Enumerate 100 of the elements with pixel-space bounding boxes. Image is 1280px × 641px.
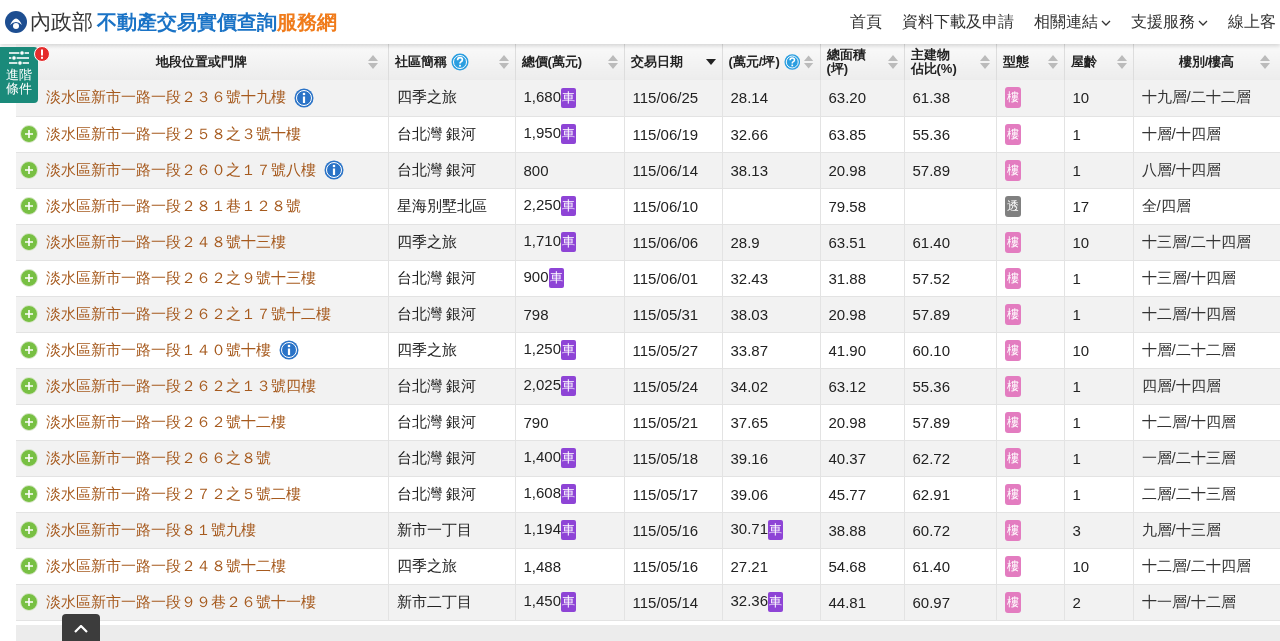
expand-plus-icon[interactable] [20,269,38,287]
expand-plus-icon[interactable] [20,341,38,359]
table-cell: 3 [1064,512,1133,548]
table-cell: 800 [523,161,549,179]
expand-plus-icon[interactable] [20,485,38,503]
table-cell: 115/05/21 [624,404,722,440]
table-cell: 10 [1064,332,1133,368]
column-header[interactable]: 屋齡 [1064,44,1133,80]
address-link[interactable]: 淡水區新市一路一段２４８號十二樓 [46,556,286,576]
address-link[interactable]: 淡水區新市一路一段２６２之１７號十二樓 [46,304,331,324]
table-cell: 1 [1064,116,1133,152]
address-link[interactable]: 淡水區新市一路一段２４８號十三樓 [46,232,286,252]
nav-link[interactable]: 線上客 [1228,11,1276,33]
table-cell: 900 [523,268,549,285]
table-cell: 10 [1064,224,1133,260]
info-icon[interactable] [294,87,314,108]
table-cell: 28.9 [730,233,760,251]
table-cell: 1,488 [523,557,562,575]
table-cell: 45.77 [820,476,904,512]
table-cell: 115/05/18 [624,440,722,476]
address-link[interactable]: 淡水區新市一路一段２６２號十二樓 [46,412,286,432]
table-cell: 38.88 [820,512,904,548]
address-link[interactable]: 淡水區新市一路一段２６６之８號 [46,448,271,468]
table-cell: 四層/十四層 [1133,368,1280,404]
table-cell: 全/四層 [1133,188,1280,224]
table-cell: 十三層/二十四層 [1133,224,1280,260]
table-cell: 62.91 [912,485,951,503]
table-cell: 1,710 [523,232,562,249]
table-cell: 十二層/十四層 [1133,296,1280,332]
table-cell: 2 [1064,584,1133,620]
address-link[interactable]: 淡水區新市一路一段２８１巷１２８號 [46,196,301,216]
address-link[interactable]: 淡水區新市一路一段２３６號十九樓 [46,88,286,108]
column-header[interactable]: (萬元/坪) [722,44,820,80]
column-label: 主建物 [910,48,951,62]
table-cell: 1,250 [523,340,562,357]
expand-plus-icon[interactable] [20,449,38,467]
expand-plus-icon[interactable] [20,233,38,251]
type-badge: 樓 [1004,411,1021,433]
type-badge: 樓 [1004,267,1021,289]
table-cell: 1 [1064,296,1133,332]
table-cell: 1 [1064,440,1133,476]
expand-plus-icon[interactable] [20,377,38,395]
expand-plus-icon[interactable] [20,197,38,215]
table-cell: 38.13 [730,161,769,179]
address-link[interactable]: 淡水區新市一路一段９９巷２６號十一樓 [46,592,316,612]
table-cell: 39.16 [730,449,769,467]
table-cell: 新市一丁目 [388,512,515,548]
table-cell: 38.03 [730,305,769,323]
address-link[interactable]: 淡水區新市一路一段２６０之１７號八樓 [46,160,316,180]
nav-link[interactable]: 資料下載及申請 [902,11,1014,33]
ministry-logo-icon [4,10,28,34]
nav-link[interactable]: 首頁 [850,11,882,33]
table-cell: 790 [523,413,549,431]
expand-plus-icon[interactable] [20,305,38,323]
expand-plus-icon[interactable] [20,593,38,611]
expand-plus-icon[interactable] [20,125,38,143]
address-link[interactable]: 淡水區新市一路一段１４０號十樓 [46,340,271,360]
table-cell: 十一層/十二層 [1133,584,1280,620]
table-cell: 115/05/16 [624,512,722,548]
table-cell: 32.43 [730,269,769,287]
type-badge: 樓 [1004,375,1021,397]
column-header[interactable]: 樓別/樓高 [1133,44,1280,80]
address-link[interactable]: 淡水區新市一路一段２６２之１３號四樓 [46,376,316,396]
column-sublabel: (坪) [826,62,850,76]
column-header[interactable]: 總面積 (坪) [820,44,904,80]
expand-plus-icon[interactable] [20,161,38,179]
table-cell: 台北灣 銀河 [388,296,515,332]
scroll-to-top-button[interactable] [62,614,100,641]
address-link[interactable]: 淡水區新市一路一段８１號九樓 [46,520,256,540]
table-cell: 54.68 [820,548,904,584]
type-badge: 樓 [1004,555,1021,577]
type-badge: 樓 [1004,591,1021,613]
info-icon[interactable] [279,340,299,360]
type-badge: 樓 [1004,339,1021,361]
nav-link[interactable]: 相關連結 [1034,11,1111,33]
table-cell: 63.51 [820,224,904,260]
table-cell: 37.65 [730,413,769,431]
nav-link[interactable]: 支援服務 [1131,11,1208,33]
column-header[interactable]: 主建物 佔比(%) [904,44,996,80]
column-header[interactable]: 總價(萬元) [515,44,624,80]
address-link[interactable]: 淡水區新市一路一段２６２之９號十三樓 [46,268,316,288]
parking-badge: 車 [561,484,577,504]
column-header[interactable]: 社區簡稱 [388,44,515,80]
table-cell: 61.38 [912,89,951,107]
table-cell: 60.10 [912,341,951,359]
advanced-filter-button[interactable]: 進階條件 [0,47,38,103]
column-header[interactable]: 交易日期 [624,44,722,80]
info-icon[interactable] [324,160,344,180]
table-cell: 60.97 [912,593,951,611]
column-header[interactable]: 型態 [996,44,1064,80]
expand-plus-icon[interactable] [20,557,38,575]
table-cell: 34.02 [730,377,769,395]
table-cell: 61.40 [912,233,951,251]
table-cell: 79.58 [820,188,904,224]
expand-plus-icon[interactable] [20,413,38,431]
table-cell: 台北灣 銀河 [388,368,515,404]
address-link[interactable]: 淡水區新市一路一段２５８之３號十樓 [46,124,301,144]
type-badge: 樓 [1004,231,1021,253]
expand-plus-icon[interactable] [20,521,38,539]
address-link[interactable]: 淡水區新市一路一段２７２之５號二樓 [46,484,301,504]
